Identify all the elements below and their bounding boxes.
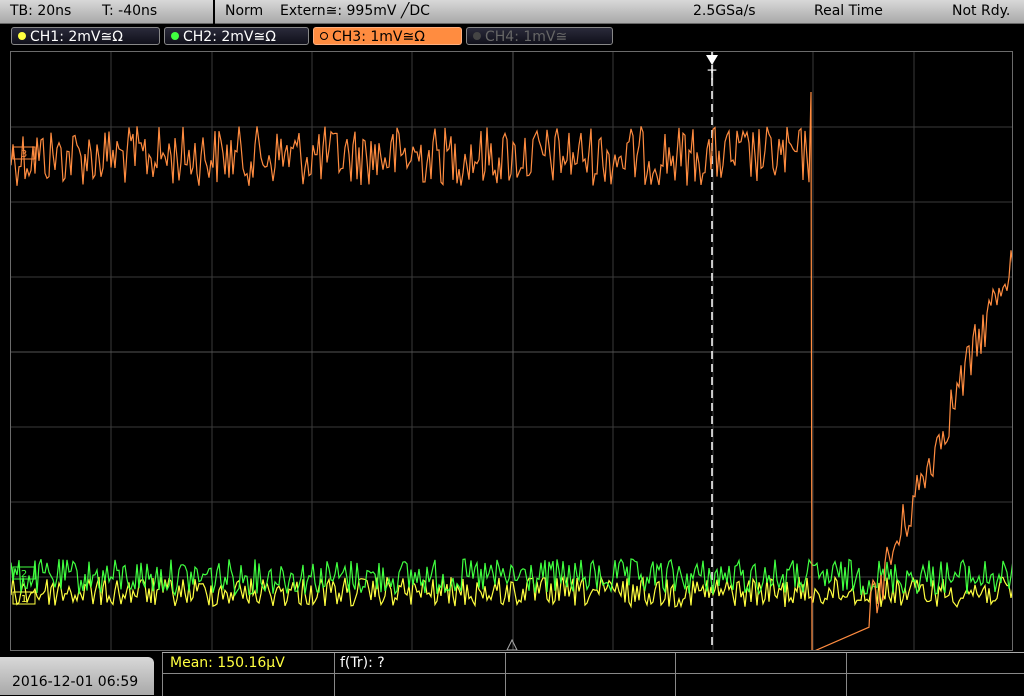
measurement-cell-3 [505,653,506,696]
channel-4-button[interactable]: CH4: 1mV≅ [466,27,613,45]
center-marker-icon [506,638,518,650]
channel-3-marker-label: 3 [21,149,27,160]
trigger-mode-label: Norm [225,3,264,19]
channel-3-label: CH3: 1mV≅Ω [332,29,425,45]
trigger-arrow-icon [706,55,718,65]
channel-2-button[interactable]: CH2: 2mV≅Ω [164,27,309,45]
mean-measurement: Mean: 150.16µV [170,655,285,671]
channel-1-dot-icon [18,32,26,40]
channel-3-button[interactable]: CH3: 1mV≅Ω [313,27,462,45]
trigger-panel[interactable]: Norm Extern≅: 995mV ╱DC 2.5GSa/s Real Ti… [215,0,1024,24]
sample-rate-label: 2.5GSa/s [693,3,756,19]
channel-4-label: CH4: 1mV≅ [485,29,568,45]
channel-1-marker-label: 1 [21,594,27,605]
channel-4-dot-icon [473,32,481,40]
date-time-panel: 2016-12-01 06:59 [0,657,154,695]
measurement-cell-1 [162,653,163,696]
top-status-bar: TB: 20ns T: -40ns Norm Extern≅: 995mV ╱D… [0,0,1024,24]
channel-2-label: CH2: 2mV≅Ω [183,29,276,45]
channel-3-dot-icon [320,32,328,40]
channel-1-button[interactable]: CH1: 2mV≅Ω [11,27,160,45]
channel-1-waveform [11,575,1012,609]
timebase-label: TB: 20ns [10,3,72,19]
measurement-cell-5 [846,653,847,696]
acquisition-status-label: Not Rdy. [952,3,1011,19]
waveform-svg: T 3 2 1 [11,52,1012,650]
channel-2-dot-icon [171,32,179,40]
date-time: 2016-12-01 06:59 [12,674,139,690]
timebase-panel[interactable]: TB: 20ns T: -40ns [0,0,213,24]
measurement-cell-4 [675,653,676,696]
channel-1-label: CH1: 2mV≅Ω [30,29,123,45]
frequency-measurement: f(Tr): ? [340,655,385,671]
acquisition-mode-label: Real Time [814,3,883,19]
waveform-display[interactable]: T 3 2 1 [10,51,1013,651]
trigger-marker: T [707,68,717,84]
measurement-cell-2 [334,653,335,696]
channel-2-marker-label: 2 [21,569,27,580]
grid [11,52,1012,650]
trigger-source-label: Extern≅: 995mV ╱DC [280,3,430,19]
measurement-divider [162,673,1024,674]
measurement-panel[interactable]: Mean: 150.16µV f(Tr): ? [162,652,1024,696]
channel-bar: CH1: 2mV≅Ω CH2: 2mV≅Ω CH3: 1mV≅Ω CH4: 1m… [0,24,1024,49]
trigger-time-label: T: -40ns [102,3,158,19]
